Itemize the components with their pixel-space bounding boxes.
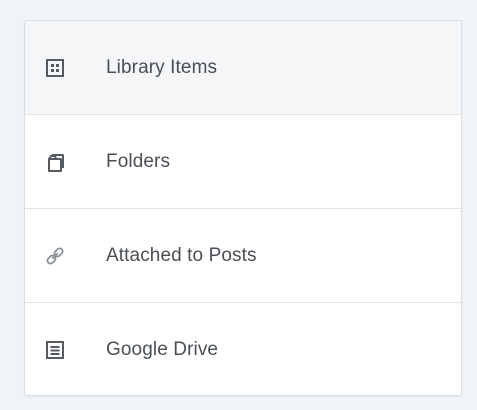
nav-item-google-drive[interactable]: Google Drive xyxy=(25,303,461,395)
nav-item-library-items[interactable]: Library Items xyxy=(25,21,461,115)
grid-icon xyxy=(44,57,66,79)
folders-icon xyxy=(44,151,66,173)
nav-item-folders[interactable]: Folders xyxy=(25,115,461,209)
nav-item-label: Attached to Posts xyxy=(106,244,257,266)
document-icon xyxy=(44,339,66,361)
library-nav-panel: Library Items Folders Attached to Posts xyxy=(24,20,462,396)
nav-item-attached-to-posts[interactable]: Attached to Posts xyxy=(25,209,461,303)
nav-item-label: Library Items xyxy=(106,56,218,78)
link-icon xyxy=(44,245,66,267)
nav-item-label: Folders xyxy=(106,150,171,172)
nav-item-label: Google Drive xyxy=(106,339,219,360)
